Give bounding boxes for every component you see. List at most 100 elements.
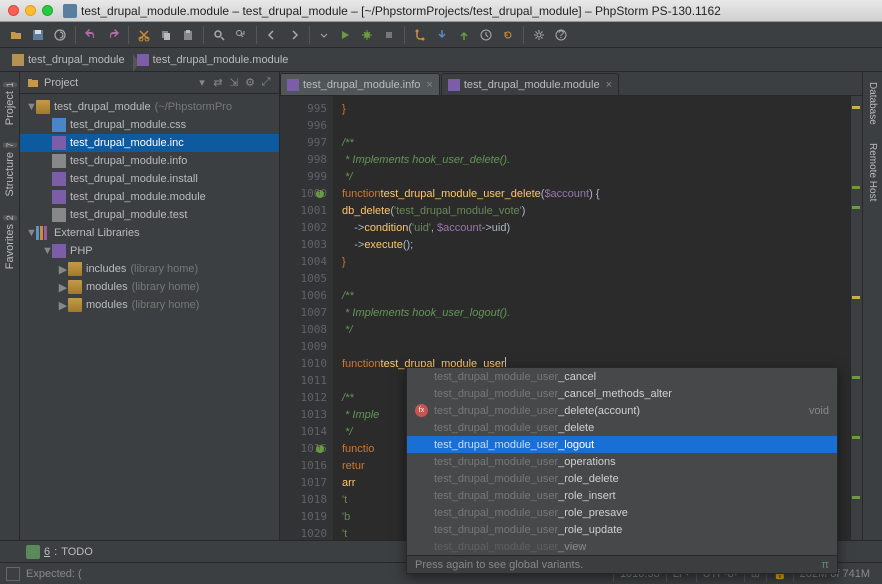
gutter-line[interactable]: 1012	[280, 389, 333, 406]
update-button[interactable]	[432, 25, 452, 45]
gutter-line[interactable]: 998	[280, 151, 333, 168]
tree-row[interactable]: ▶modules(library home)	[20, 278, 279, 296]
completion-item[interactable]: test_drupal_module_user_role_delete	[407, 470, 837, 487]
completion-item[interactable]: test_drupal_module_user_role_update	[407, 521, 837, 538]
error-stripe[interactable]	[850, 96, 862, 562]
override-marker-icon[interactable]	[316, 190, 324, 198]
tree-row[interactable]: test_drupal_module.test	[20, 206, 279, 224]
history-button[interactable]	[476, 25, 496, 45]
completion-item[interactable]: test_drupal_module_user_cancel_methods_a…	[407, 385, 837, 402]
completion-item[interactable]: test_drupal_module_user_delete	[407, 419, 837, 436]
code-line[interactable]: db_delete('test_drupal_module_vote')	[334, 202, 850, 219]
tree-row[interactable]: ▼PHP	[20, 242, 279, 260]
completion-item[interactable]: test_drupal_module_user_role_presave	[407, 504, 837, 521]
gutter-line[interactable]: 1003	[280, 236, 333, 253]
gutter-line[interactable]: 1004	[280, 253, 333, 270]
tree-arrow-icon[interactable]: ▼	[26, 227, 36, 239]
gutter-line[interactable]: 1010	[280, 355, 333, 372]
gutter-line[interactable]: 1002	[280, 219, 333, 236]
breadcrumb-item[interactable]: test_drupal_module.module	[131, 52, 299, 68]
tree-row[interactable]: ▼External Libraries	[20, 224, 279, 242]
gutter-line[interactable]: 996	[280, 117, 333, 134]
code-line[interactable]	[334, 270, 850, 287]
tree-row[interactable]: test_drupal_module.inc	[20, 134, 279, 152]
gutter-line[interactable]: 999	[280, 168, 333, 185]
run-button[interactable]	[335, 25, 355, 45]
sync-button[interactable]	[50, 25, 70, 45]
close-window-button[interactable]	[8, 5, 19, 16]
completion-item[interactable]: fxtest_drupal_module_user_delete(account…	[407, 402, 837, 419]
code-line[interactable]: }	[334, 253, 850, 270]
cut-button[interactable]	[134, 25, 154, 45]
project-tree[interactable]: ▼test_drupal_module(~/PhpstormProtest_dr…	[20, 94, 279, 562]
sidetab-favorites[interactable]: Favorites 2	[1, 209, 19, 275]
revert-button[interactable]	[498, 25, 518, 45]
debug-button[interactable]	[357, 25, 377, 45]
code-line[interactable]	[334, 338, 850, 355]
sidetab-structure[interactable]: Structure 7	[1, 137, 19, 203]
completion-popup[interactable]: test_drupal_module_user_canceltest_drupa…	[406, 367, 838, 574]
stripe-ok[interactable]	[852, 186, 860, 189]
gutter-line[interactable]: 1005	[280, 270, 333, 287]
stop-button[interactable]	[379, 25, 399, 45]
tree-arrow-icon[interactable]: ▶	[58, 263, 68, 276]
gutter-line[interactable]: 997	[280, 134, 333, 151]
vcs-button[interactable]	[410, 25, 430, 45]
completion-item[interactable]: test_drupal_module_user_role_insert	[407, 487, 837, 504]
sidetab-project[interactable]: Project 1	[1, 76, 19, 131]
breadcrumb-item[interactable]: test_drupal_module	[6, 52, 135, 68]
close-tab-icon[interactable]: ×	[606, 79, 612, 91]
gutter-line[interactable]: 1015	[280, 440, 333, 457]
back-button[interactable]	[262, 25, 282, 45]
project-scroll-icon[interactable]: ⇄	[211, 76, 225, 90]
sidetab-database[interactable]: Database	[865, 76, 880, 131]
gutter-line[interactable]: 1011	[280, 372, 333, 389]
editor-tab[interactable]: test_drupal_module.info×	[280, 73, 440, 95]
gutter-line[interactable]: 1001	[280, 202, 333, 219]
code-line[interactable]: */	[334, 321, 850, 338]
gutter-line[interactable]: 1016	[280, 457, 333, 474]
project-hide-icon[interactable]: ⤢	[259, 76, 273, 90]
project-collapse-icon[interactable]: ⇲	[227, 76, 241, 90]
settings-button[interactable]	[529, 25, 549, 45]
gutter-line[interactable]: 1017	[280, 474, 333, 491]
gutter-line[interactable]: 995	[280, 100, 333, 117]
tree-arrow-icon[interactable]: ▶	[58, 281, 68, 294]
gutter-line[interactable]: 1009	[280, 338, 333, 355]
code-line[interactable]: ->condition('uid', $account->uid)	[334, 219, 850, 236]
tree-arrow-icon[interactable]: ▼	[42, 245, 52, 257]
close-tab-icon[interactable]: ×	[426, 79, 432, 91]
stripe-warning[interactable]	[852, 296, 860, 299]
redo-button[interactable]	[103, 25, 123, 45]
open-button[interactable]	[6, 25, 26, 45]
tree-row[interactable]: test_drupal_module.module	[20, 188, 279, 206]
tree-row[interactable]: ▶includes(library home)	[20, 260, 279, 278]
editor-tab[interactable]: test_drupal_module.module×	[441, 73, 619, 95]
code-line[interactable]: * Implements hook_user_logout().	[334, 304, 850, 321]
paste-button[interactable]	[178, 25, 198, 45]
tree-row[interactable]: test_drupal_module.css	[20, 116, 279, 134]
gutter-line[interactable]: 1019	[280, 508, 333, 525]
gutter-line[interactable]: 1014	[280, 423, 333, 440]
find-button[interactable]	[209, 25, 229, 45]
code-line[interactable]: */	[334, 168, 850, 185]
stripe-ok[interactable]	[852, 496, 860, 499]
tree-arrow-icon[interactable]: ▼	[26, 101, 36, 113]
completion-item[interactable]: test_drupal_module_user_view	[407, 538, 837, 555]
completion-item[interactable]: test_drupal_module_user_logout	[407, 436, 837, 453]
project-dropdown-icon[interactable]: ▾	[195, 76, 209, 90]
copy-button[interactable]	[156, 25, 176, 45]
replace-button[interactable]	[231, 25, 251, 45]
gutter-line[interactable]: 1018	[280, 491, 333, 508]
tree-arrow-icon[interactable]: ▶	[58, 299, 68, 312]
save-all-button[interactable]	[28, 25, 48, 45]
project-settings-icon[interactable]: ⚙	[243, 76, 257, 90]
gutter-line[interactable]: 1008	[280, 321, 333, 338]
tree-row[interactable]: test_drupal_module.install	[20, 170, 279, 188]
status-icon[interactable]	[6, 567, 20, 581]
maximize-window-button[interactable]	[42, 5, 53, 16]
stripe-ok[interactable]	[852, 206, 860, 209]
code-line[interactable]: /**	[334, 134, 850, 151]
help-button[interactable]: ?	[551, 25, 571, 45]
code-line[interactable]: /**	[334, 287, 850, 304]
